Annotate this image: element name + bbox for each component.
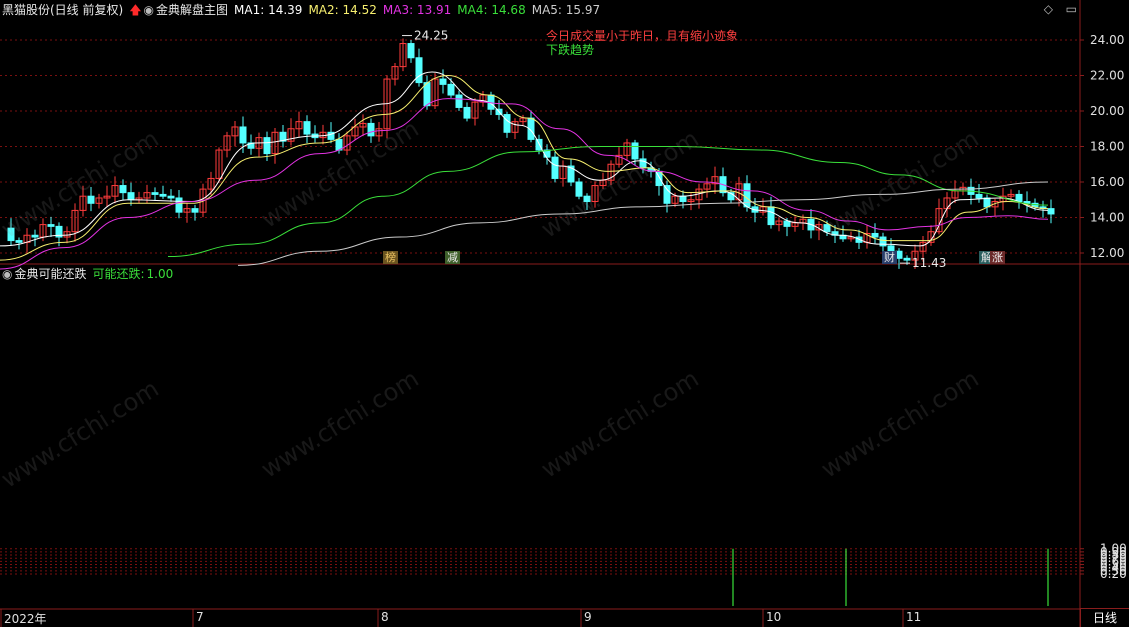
- candle-down: [423, 82, 431, 107]
- candles: [7, 38, 1055, 269]
- main-y-tick-label: 14.00: [1090, 211, 1124, 225]
- candle-down: [983, 197, 991, 208]
- candle-down: [263, 137, 271, 155]
- candle-down: [407, 43, 415, 59]
- candle-down: [127, 192, 135, 201]
- candle-down: [151, 192, 159, 195]
- candle-down: [159, 193, 167, 197]
- candle-down: [191, 208, 199, 213]
- candle-down: [743, 183, 751, 208]
- candle-down: [463, 106, 471, 119]
- candle-down: [679, 195, 687, 203]
- candle-down: [119, 185, 127, 194]
- candle-down: [439, 78, 447, 85]
- candle-down: [47, 224, 55, 227]
- peak-price-label: 24.25: [414, 29, 448, 43]
- trough-price-label: 11.43: [912, 256, 946, 270]
- candle-down: [367, 122, 375, 137]
- candle-down: [87, 195, 95, 204]
- chart-canvas: 12.0014.0016.0018.0020.0022.0024.000.200…: [0, 0, 1129, 627]
- main-y-tick-label: 24.00: [1090, 33, 1124, 47]
- chart-window: { "header": { "stock_name": "黑猫股份(日线 前复权…: [0, 0, 1129, 627]
- candle-down: [415, 57, 423, 84]
- candle-down: [31, 234, 39, 238]
- main-y-tick-label: 16.00: [1090, 175, 1124, 189]
- candle-down: [239, 126, 247, 144]
- candle-down: [15, 240, 23, 243]
- x-axis-label: 9: [584, 610, 592, 624]
- main-y-tick-label: 12.00: [1090, 246, 1124, 260]
- period-tab[interactable]: 日线: [1080, 608, 1129, 627]
- candle-down: [447, 83, 455, 96]
- event-badge[interactable]: 减: [445, 251, 460, 264]
- candle-down: [167, 195, 175, 199]
- x-axis-label: 7: [196, 610, 204, 624]
- candle-down: [503, 114, 511, 133]
- x-axis-label: 2022年: [4, 612, 47, 626]
- sub-y-tick-label: 1.00: [1100, 542, 1127, 556]
- ma1-line: [0, 71, 1049, 247]
- main-y-tick-label: 20.00: [1090, 104, 1124, 118]
- candle-down: [903, 257, 911, 261]
- candle-down: [767, 206, 775, 226]
- x-axis-label: 10: [766, 610, 782, 624]
- candle-down: [1047, 208, 1055, 215]
- candle-down: [303, 121, 311, 135]
- event-badge[interactable]: 榜: [383, 251, 398, 264]
- main-y-tick-label: 18.00: [1090, 140, 1124, 154]
- candle-down: [871, 232, 879, 238]
- x-axis-label: 8: [381, 610, 389, 624]
- candle-down: [455, 94, 463, 108]
- ma2-line: [0, 74, 1049, 261]
- main-y-tick-label: 22.00: [1090, 69, 1124, 83]
- candle-down: [551, 156, 559, 179]
- event-badge[interactable]: 涨: [990, 251, 1005, 264]
- event-badge[interactable]: 财: [882, 251, 897, 264]
- candle-down: [975, 193, 983, 199]
- candle-down: [175, 197, 183, 213]
- candle-down: [663, 185, 671, 204]
- candle-down: [783, 220, 791, 227]
- x-axis-label: 11: [906, 610, 922, 624]
